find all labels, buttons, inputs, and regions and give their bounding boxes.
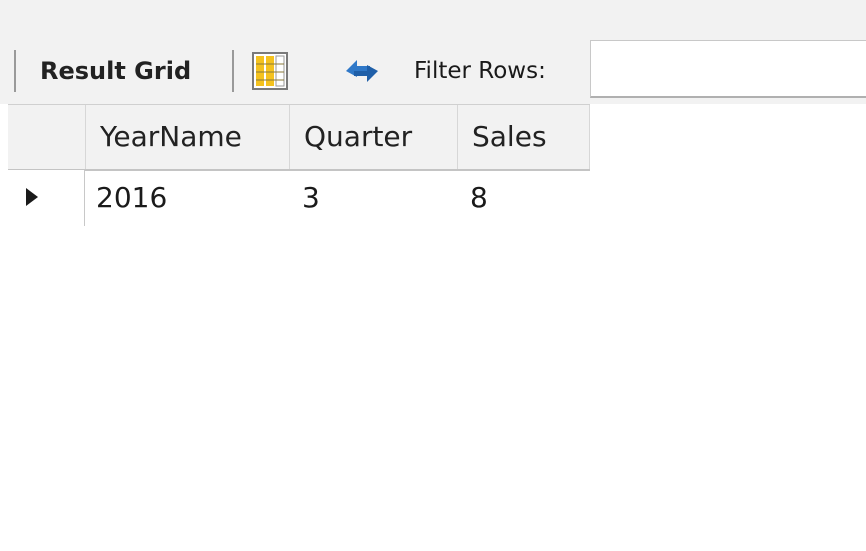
current-row-arrow-icon: [26, 188, 38, 206]
column-header-quarter[interactable]: Quarter: [290, 105, 458, 169]
refresh-icon[interactable]: [340, 54, 384, 88]
result-grid-tab[interactable]: Result Grid: [40, 54, 191, 88]
top-band: [0, 0, 866, 38]
result-toolbar: Result Grid Filter Rows:: [0, 38, 866, 104]
column-grid-icon[interactable]: [252, 52, 288, 90]
row-selector[interactable]: [8, 170, 85, 226]
column-header-sales[interactable]: Sales: [458, 105, 590, 169]
filter-rows-input[interactable]: [590, 40, 866, 98]
column-header-yearname[interactable]: YearName: [86, 105, 290, 169]
cell-sales[interactable]: 8: [458, 170, 590, 226]
toolbar-separator: [14, 50, 16, 92]
grid-header-row: YearName Quarter Sales: [8, 104, 590, 171]
toolbar-separator: [232, 50, 234, 92]
cell-yearname[interactable]: 2016: [84, 170, 290, 226]
table-row[interactable]: 2016 3 8: [8, 170, 590, 226]
row-header-corner: [8, 105, 86, 169]
cell-quarter[interactable]: 3: [290, 170, 458, 226]
filter-rows-label: Filter Rows:: [414, 58, 546, 84]
